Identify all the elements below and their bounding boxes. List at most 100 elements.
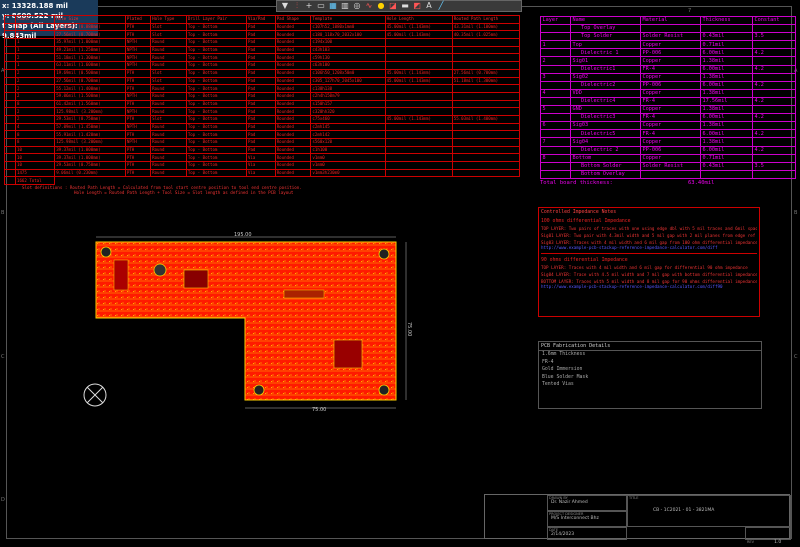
mounting-hole[interactable]: [253, 384, 265, 396]
plus-icon[interactable]: +: [304, 1, 314, 11]
drill-cell: [384, 53, 453, 63]
connector-component[interactable]: [113, 259, 129, 291]
stack-cell: 1.38mil: [700, 121, 753, 131]
route-icon[interactable]: ⫶: [292, 1, 302, 11]
stack-table-row: Dielectric1 FR-4 6.00mil 4.2: [540, 64, 796, 74]
drill-cell: Top - Bottom: [185, 114, 247, 124]
drill-col-count: Count: [14, 15, 56, 24]
drill-cell: Rounded: [274, 76, 312, 86]
stack-cell: 0.71mil: [700, 153, 753, 163]
drill-cell: Top - Bottom: [185, 168, 247, 178]
stack-cell: [752, 121, 796, 131]
stack-cell: [540, 32, 571, 42]
stack-cell: [540, 80, 571, 90]
stack-cell: [752, 153, 796, 163]
drill-cell: 8: [14, 138, 56, 147]
drill-cell: 61.42mil (1.560mm): [54, 99, 126, 109]
title-cell-date: DATE 2/14/2023: [547, 527, 627, 540]
stack-cell: 4.2: [752, 48, 796, 58]
drill-cell: c107h52_1080x1mm0: [310, 22, 386, 32]
drill-cell: [384, 38, 453, 47]
title-cell-drawn: DRAWN BY Dr. Nazir Ahmed: [547, 495, 627, 511]
via-icon[interactable]: ●: [376, 1, 386, 11]
drill-cell: Round: [150, 107, 187, 116]
stack-cell: [540, 129, 571, 139]
drill-cell: Slot: [150, 76, 187, 86]
stack-cell: Copper: [640, 72, 701, 82]
drill-cell: [384, 91, 453, 101]
mounting-hole[interactable]: [378, 384, 390, 396]
region-icon[interactable]: ◩: [412, 1, 422, 11]
fill-icon[interactable]: ◪: [388, 1, 398, 11]
rect-select-icon[interactable]: ▭: [316, 1, 326, 11]
drill-cell: [451, 53, 521, 63]
impedance-100-link[interactable]: http://www.example-pcb-stackup-reference…: [541, 245, 757, 250]
filter-icon[interactable]: ▼: [280, 1, 290, 11]
connector-component[interactable]: [283, 289, 325, 299]
stack-cell: [700, 24, 753, 34]
zoom-icon[interactable]: ◎: [352, 1, 362, 11]
drill-cell: 40.35mil (1.025mm): [451, 30, 521, 40]
impedance-90-link[interactable]: http://www.example-pcb-stackup-reference…: [541, 284, 757, 289]
ic-component[interactable]: [183, 269, 209, 289]
drill-cell: 55.03mil (1.400mm): [451, 114, 521, 124]
drill-cell: 2: [14, 68, 56, 78]
drill-col-symbol: [4, 15, 16, 24]
stack-cell: [752, 105, 796, 115]
chart-icon[interactable]: ▥: [340, 1, 350, 11]
drill-col-hole-length: Hole Length: [384, 15, 453, 24]
text-icon[interactable]: A: [424, 1, 434, 11]
stack-cell: 1.38mil: [700, 72, 753, 82]
drill-symbol-cell: [4, 168, 16, 178]
stack-cell: [752, 169, 796, 179]
stack-cell: Bottom Overlay: [570, 169, 641, 179]
pcb-board-view[interactable]: 195.00 75.00 75.00: [84, 230, 414, 416]
drill-cell: NPTH: [124, 45, 152, 55]
drill-cell: Round: [150, 53, 187, 63]
stack-cell: 4.2: [752, 129, 796, 139]
drill-cell: Pad: [245, 145, 276, 155]
drill-cell: [451, 153, 521, 163]
mounting-hole[interactable]: [153, 263, 167, 277]
drill-cell: 1: [14, 38, 56, 47]
drill-cell: Top - Bottom: [185, 76, 247, 86]
stack-table-row: Top Solder Solder Resist 0.43mil 3.5: [540, 32, 796, 42]
drill-table: Count Hole Size Plated Hole Type Drill L…: [4, 15, 521, 195]
drill-cell: [451, 130, 521, 139]
stack-cell: [752, 56, 796, 66]
drill-symbol-cell: [4, 45, 16, 55]
drill-table-row: 4 57.09mil (1.450mm) NPTH Round Top - Bottom…: [4, 122, 521, 132]
drill-cell: Via: [245, 161, 276, 170]
drill-cell: 51.18mil (1.300mm): [54, 53, 126, 63]
drill-col-hole-size: Hole Size: [54, 15, 126, 24]
drill-cell: Pad: [245, 68, 276, 78]
drill-cell: 43.31mil (1.100mm): [451, 22, 521, 32]
stack-cell: 0.71mil: [700, 40, 753, 50]
drawn-by: Dr. Nazir Ahmed: [551, 500, 588, 505]
mounting-hole[interactable]: [378, 248, 390, 260]
drill-cell: 19.69mil (0.500mm): [54, 68, 126, 78]
drill-cell: Rounded: [274, 30, 312, 40]
drill-cell: 35.97mil (1.000mm): [54, 38, 126, 47]
active-toolbar: ▼ ⫶ + ▭ ▦ ▥ ◎ ∿ ● ◪ ▬ ◩ A ╱: [276, 0, 522, 12]
pad-icon[interactable]: ▬: [400, 1, 410, 11]
line-icon[interactable]: ╱: [436, 1, 446, 11]
drill-cell: Rounded: [274, 114, 312, 124]
stack-cell: 4.2: [752, 145, 796, 155]
drill-cell: NPTH: [124, 122, 152, 132]
mounting-hole[interactable]: [100, 246, 112, 258]
drill-cell: PTH: [124, 76, 152, 86]
drill-col-template: Template: [310, 15, 386, 24]
stack-cell: FR-4: [640, 113, 701, 123]
stack-cell: 2: [540, 56, 571, 66]
impedance-90-heading: 90 ohms differential Impedance: [541, 258, 628, 263]
stack-col-layer: Layer: [540, 15, 571, 26]
ic-component[interactable]: [333, 339, 363, 369]
drill-cell: Top - Bottom: [185, 30, 247, 40]
fab-mask: Blue Solder Mask: [542, 374, 589, 380]
drill-cell: Round: [150, 145, 187, 155]
wave-icon[interactable]: ∿: [364, 1, 374, 11]
stack-cell: [640, 169, 701, 179]
component-icon[interactable]: ▦: [328, 1, 338, 11]
stack-cell: GND: [570, 105, 641, 115]
